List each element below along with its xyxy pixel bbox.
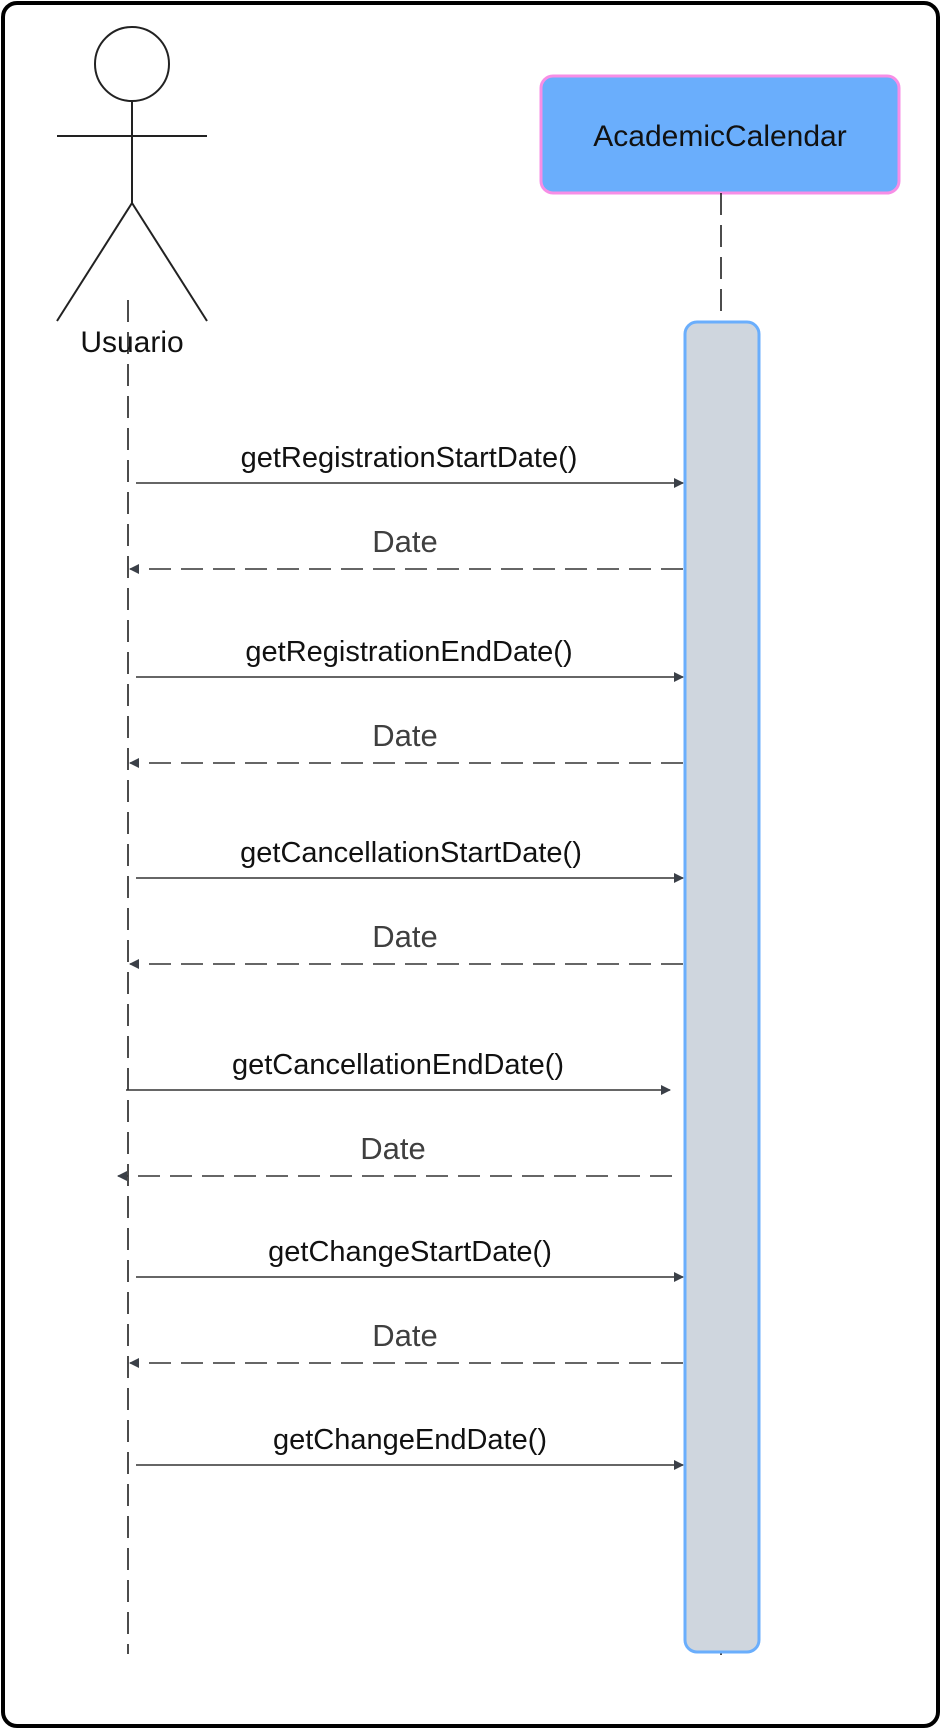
return-label: Date — [372, 919, 437, 954]
activation-bar — [683, 320, 761, 1654]
call-label: getRegistrationStartDate() — [241, 442, 578, 474]
call-label: getRegistrationEndDate() — [245, 636, 572, 668]
return-label: Date — [372, 1318, 437, 1353]
call-label: getCancellationEndDate() — [232, 1049, 564, 1081]
return-label: Date — [372, 524, 437, 559]
call-label: getChangeEndDate() — [273, 1424, 547, 1456]
participant-label: AcademicCalendar — [593, 120, 846, 153]
actor-label: Usuario — [80, 326, 183, 359]
sequence-diagram: Usuario AcademicCalendar getRegistration… — [1, 1, 940, 1728]
call-label: getCancellationStartDate() — [240, 837, 582, 869]
return-label: Date — [372, 718, 437, 753]
call-label: getChangeStartDate() — [268, 1236, 552, 1268]
return-label: Date — [360, 1131, 425, 1166]
